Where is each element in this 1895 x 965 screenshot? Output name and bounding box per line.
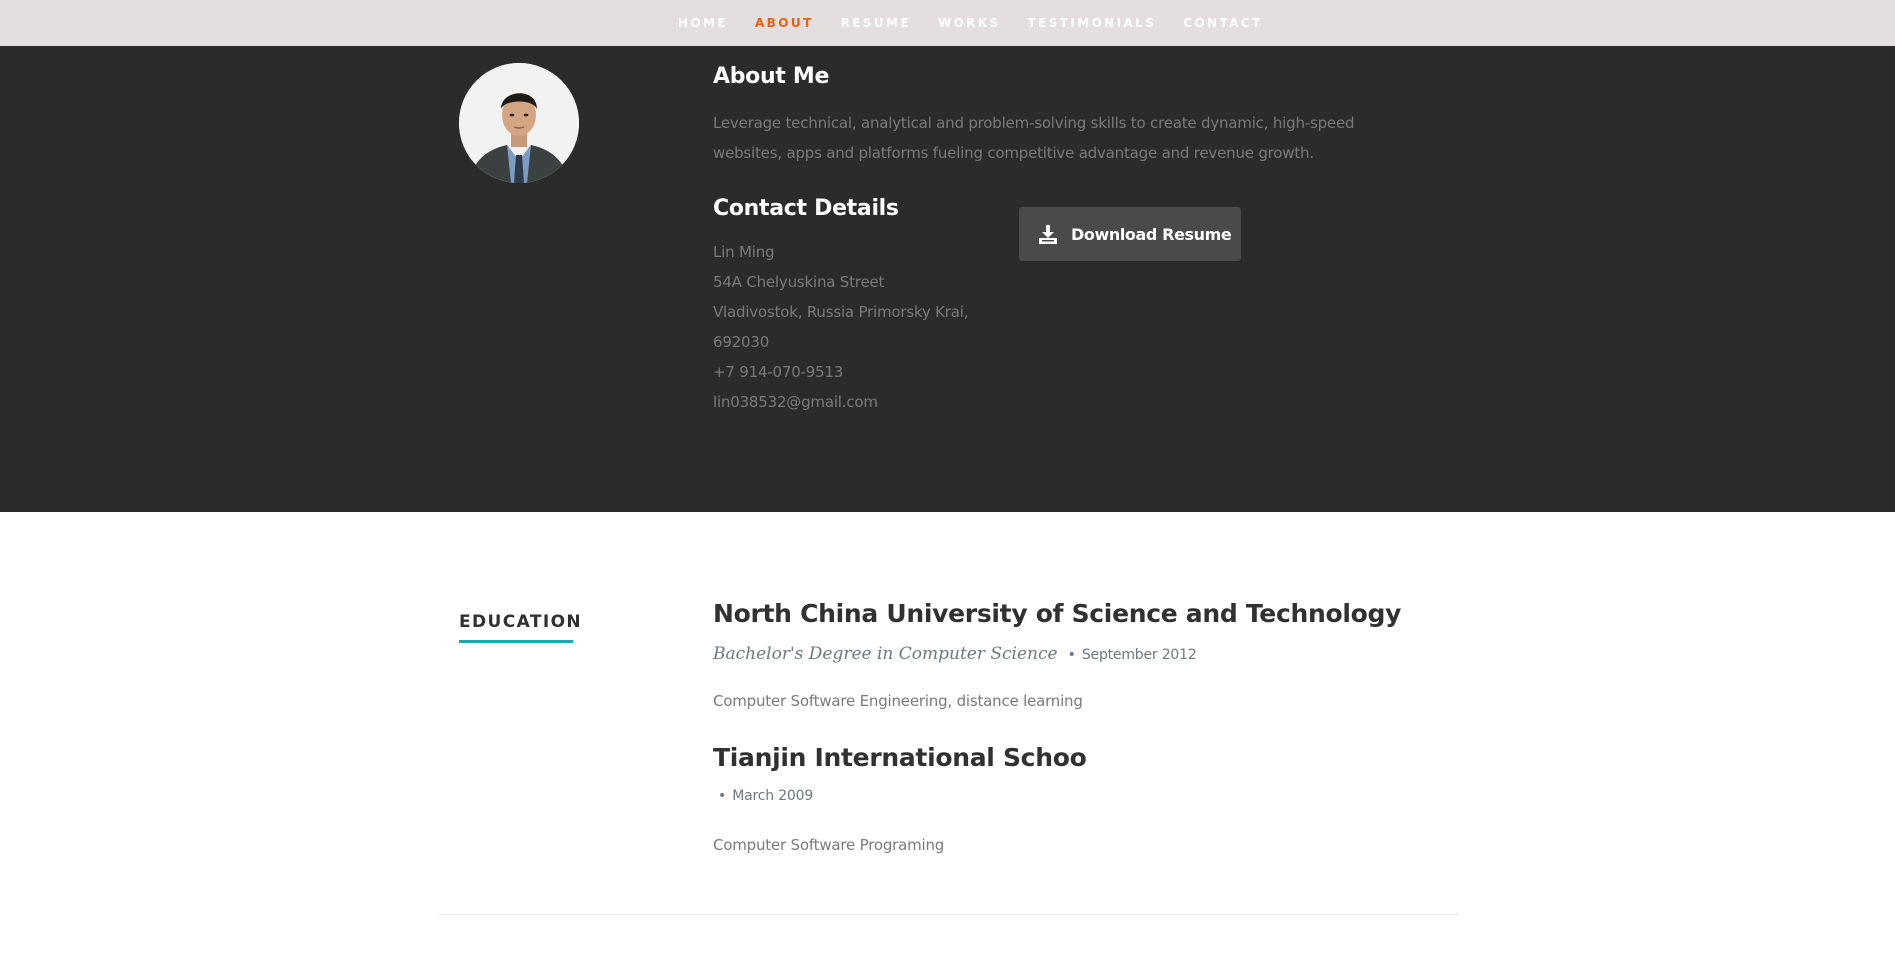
contact-email: lin038532@gmail.com bbox=[713, 393, 878, 411]
download-resume-button[interactable]: Download Resume bbox=[1019, 207, 1241, 261]
contact-details: Lin Ming 54A Chelyuskina Street Vladivos… bbox=[713, 237, 1013, 417]
school-info: • March 2009 bbox=[718, 788, 813, 804]
nav-list: HOME ABOUT RESUME WORKS TESTIMONIALS CON… bbox=[678, 0, 1290, 46]
nav-item-resume[interactable]: RESUME bbox=[841, 16, 911, 30]
contact-street: 54A Chelyuskina Street bbox=[713, 273, 885, 291]
school-name: Tianjin International Schoo bbox=[713, 743, 1087, 772]
nav-item-home[interactable]: HOME bbox=[678, 16, 728, 30]
contact-name: Lin Ming bbox=[713, 243, 775, 261]
section-divider bbox=[439, 914, 1459, 915]
nav-item-testimonials[interactable]: TESTIMONIALS bbox=[1028, 16, 1157, 30]
school-info: Bachelor's Degree in Computer Science • … bbox=[713, 644, 1197, 664]
education-description: Computer Software Programing bbox=[713, 836, 945, 854]
download-resume-label: Download Resume bbox=[1071, 224, 1232, 244]
about-section: About Me Leverage technical, analytical … bbox=[0, 46, 1895, 512]
degree: Bachelor's Degree in Computer Science bbox=[713, 644, 1058, 664]
contact-title: Contact Details bbox=[713, 196, 899, 221]
bullet-separator: • bbox=[718, 788, 727, 804]
profile-photo bbox=[459, 63, 579, 183]
top-nav: HOME ABOUT RESUME WORKS TESTIMONIALS CON… bbox=[0, 0, 1895, 46]
education-heading: EDUCATION bbox=[459, 612, 583, 632]
nav-item-works[interactable]: WORKS bbox=[938, 16, 1001, 30]
education-heading-underline bbox=[459, 640, 573, 643]
education-date: September 2012 bbox=[1081, 647, 1197, 663]
contact-zip: 692030 bbox=[713, 333, 770, 351]
contact-phone: +7 914-070-9513 bbox=[713, 363, 844, 381]
nav-item-contact[interactable]: CONTACT bbox=[1183, 16, 1262, 30]
about-description: Leverage technical, analytical and probl… bbox=[713, 114, 1355, 162]
education-date: March 2009 bbox=[732, 788, 814, 804]
nav-item-about[interactable]: ABOUT bbox=[755, 16, 814, 30]
education-description: Computer Software Engineering, distance … bbox=[713, 692, 1083, 710]
contact-city: Vladivostok, Russia Primorsky Krai, bbox=[713, 303, 969, 321]
about-title: About Me bbox=[713, 64, 830, 89]
bullet-separator: • bbox=[1067, 647, 1076, 663]
profile-photo-icon bbox=[459, 63, 579, 183]
download-icon bbox=[1039, 224, 1057, 244]
school-name: North China University of Science and Te… bbox=[713, 599, 1402, 628]
